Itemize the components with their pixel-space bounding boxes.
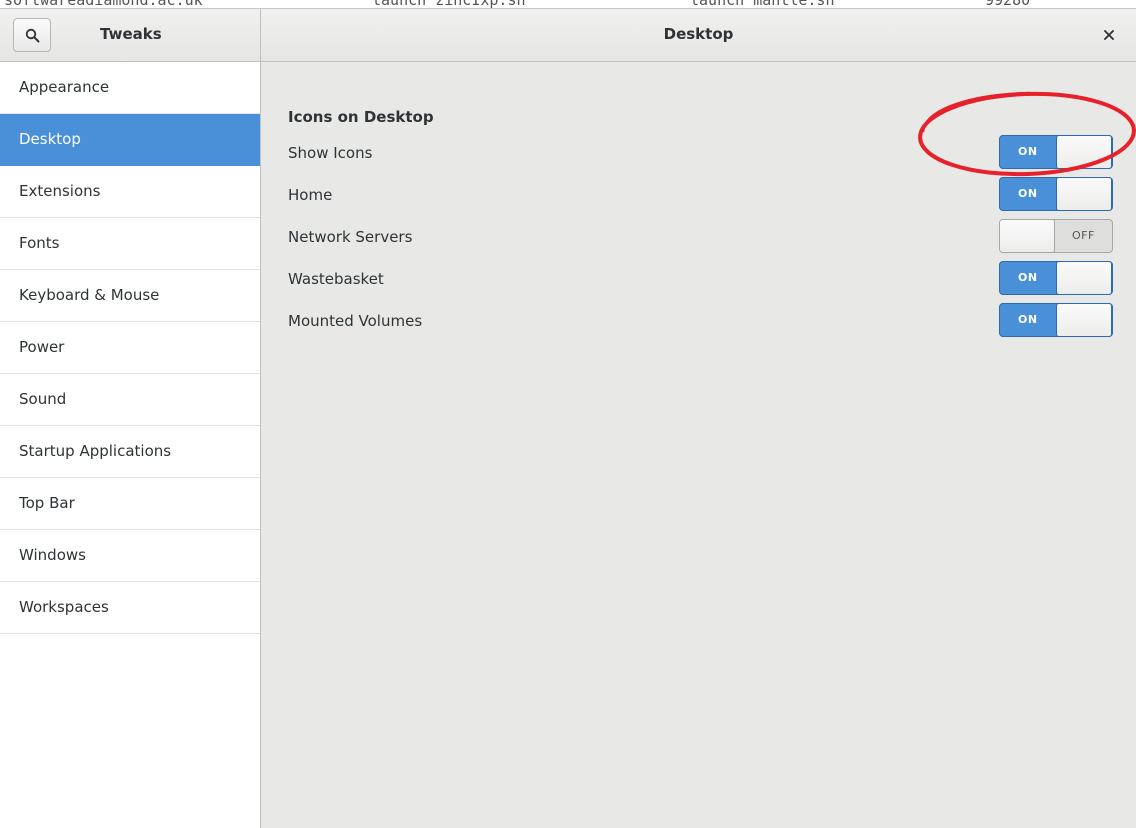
sidebar-item-windows[interactable]: Windows (0, 530, 260, 582)
sidebar-item-sound[interactable]: Sound (0, 374, 260, 426)
background-text: 99280 (985, 0, 1030, 8)
switch-state-label: ON (1018, 271, 1038, 284)
sidebar-item-power[interactable]: Power (0, 322, 260, 374)
switch-state-label: ON (1018, 313, 1038, 326)
setting-label: Network Servers (288, 228, 413, 246)
close-icon (1104, 30, 1114, 40)
switch-knob[interactable] (1056, 178, 1112, 210)
background-text: launch_zincIxp.sh (372, 0, 526, 8)
switch-knob[interactable] (1000, 220, 1055, 252)
setting-label: Show Icons (288, 144, 373, 162)
switch-state-label: ON (1018, 187, 1038, 200)
background-text: softwareadiamond.ac.uk (4, 0, 203, 8)
setting-label: Home (288, 186, 333, 204)
switch-state-label: ON (1018, 145, 1038, 158)
setting-row-network-servers: Network Servers OFF (261, 216, 1136, 258)
sidebar-item-workspaces[interactable]: Workspaces (0, 582, 260, 634)
sidebar-item-label: Top Bar (19, 494, 75, 512)
switch-state-label: OFF (1072, 229, 1095, 242)
background-text: launch_mantle.sh (690, 0, 835, 8)
close-button[interactable] (1097, 23, 1121, 47)
search-icon (25, 28, 40, 43)
sidebar: Appearance Desktop Extensions Fonts Keyb… (0, 62, 261, 828)
header-sidebar-section: Tweaks (0, 9, 261, 61)
setting-label: Wastebasket (288, 270, 384, 288)
app-title: Tweaks (100, 25, 162, 43)
switch-knob[interactable] (1056, 262, 1112, 294)
sidebar-item-appearance[interactable]: Appearance (0, 62, 260, 114)
home-switch[interactable]: ON (999, 177, 1113, 211)
sidebar-item-label: Workspaces (19, 598, 109, 616)
switch-knob[interactable] (1056, 136, 1112, 168)
setting-label: Mounted Volumes (288, 312, 423, 330)
setting-row-mounted-volumes: Mounted Volumes ON (261, 300, 1136, 342)
header-bar: Tweaks Desktop (0, 9, 1136, 62)
page-title: Desktop (663, 25, 734, 43)
sidebar-item-keyboard-mouse[interactable]: Keyboard & Mouse (0, 270, 260, 322)
wastebasket-switch[interactable]: ON (999, 261, 1113, 295)
setting-row-home: Home ON (261, 174, 1136, 216)
sidebar-item-top-bar[interactable]: Top Bar (0, 478, 260, 530)
search-button[interactable] (13, 18, 51, 52)
setting-row-show-icons: Show Icons ON (261, 132, 1136, 174)
sidebar-item-startup-applications[interactable]: Startup Applications (0, 426, 260, 478)
mounted-volumes-switch[interactable]: ON (999, 303, 1113, 337)
section-title: Icons on Desktop (288, 108, 434, 126)
sidebar-item-desktop[interactable]: Desktop (0, 114, 260, 166)
sidebar-item-label: Fonts (19, 234, 60, 252)
settings-panel: Icons on Desktop Show Icons ON Home ON N… (261, 62, 1136, 828)
setting-row-wastebasket: Wastebasket ON (261, 258, 1136, 300)
sidebar-item-extensions[interactable]: Extensions (0, 166, 260, 218)
background-window-strip: softwareadiamond.ac.uk launch_zincIxp.sh… (0, 0, 1136, 8)
tweaks-window: Tweaks Desktop Appearance Desktop Extens… (0, 8, 1136, 828)
sidebar-item-label: Power (19, 338, 65, 356)
sidebar-item-label: Desktop (19, 130, 81, 148)
sidebar-item-label: Appearance (19, 78, 110, 96)
sidebar-item-label: Startup Applications (19, 442, 172, 460)
network-servers-switch[interactable]: OFF (999, 219, 1113, 253)
sidebar-item-label: Sound (19, 390, 67, 408)
show-icons-switch[interactable]: ON (999, 135, 1113, 169)
sidebar-item-fonts[interactable]: Fonts (0, 218, 260, 270)
sidebar-item-label: Extensions (19, 182, 101, 200)
switch-knob[interactable] (1056, 304, 1112, 336)
sidebar-item-label: Windows (19, 546, 86, 564)
sidebar-item-label: Keyboard & Mouse (19, 286, 160, 304)
